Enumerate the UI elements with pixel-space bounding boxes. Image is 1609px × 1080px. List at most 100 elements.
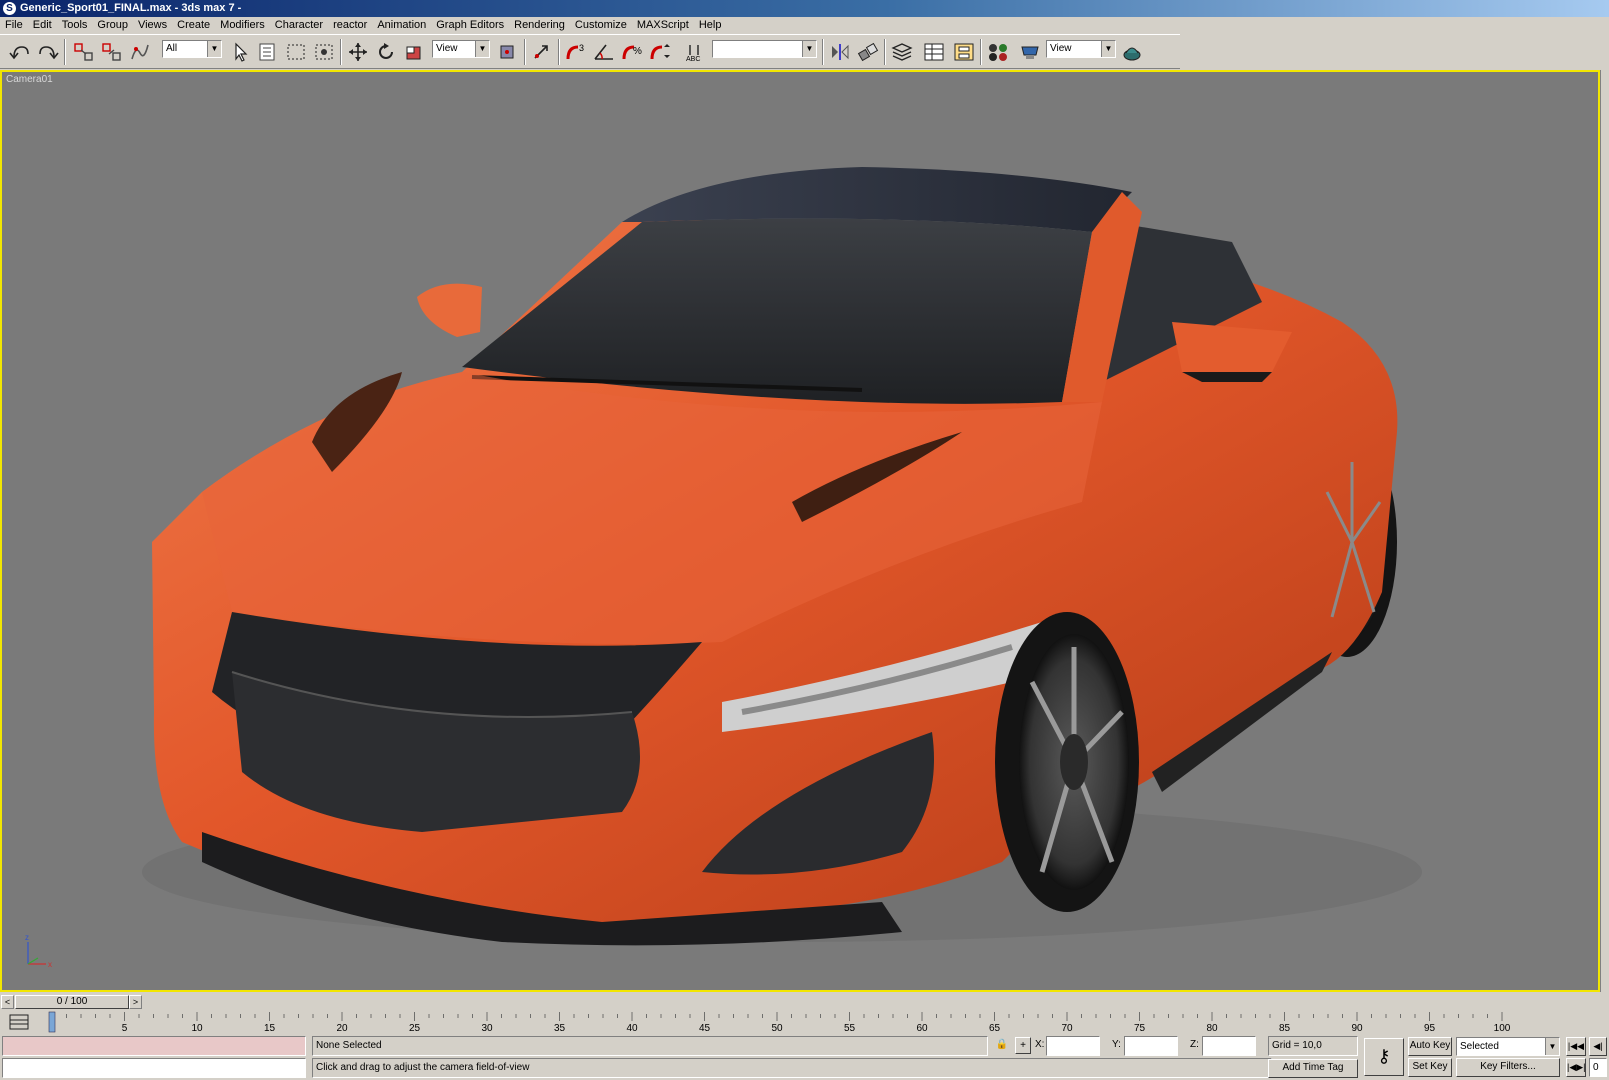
select-by-name-icon[interactable] bbox=[256, 41, 280, 63]
select-and-rotate-icon[interactable] bbox=[374, 41, 398, 63]
ruler-tick-label: 35 bbox=[554, 1023, 566, 1034]
select-and-scale-icon[interactable] bbox=[402, 41, 426, 63]
selection-filter-dropdown[interactable]: All ▼ bbox=[162, 40, 222, 58]
set-keys-icon[interactable]: ⚷ bbox=[1364, 1038, 1404, 1076]
curve-editor-icon[interactable] bbox=[922, 41, 946, 63]
ruler-tick-label: 30 bbox=[481, 1023, 493, 1034]
render-scene-dialog-icon[interactable] bbox=[1018, 41, 1042, 63]
use-pivot-point-center-icon[interactable] bbox=[496, 41, 520, 63]
time-cursor[interactable] bbox=[48, 1011, 56, 1033]
viewport-label[interactable]: Camera01 bbox=[6, 74, 53, 85]
unlink-selection-icon[interactable] bbox=[100, 41, 124, 63]
spinner-snap-toggle-icon[interactable] bbox=[648, 41, 672, 63]
key-mode-dropdown[interactable]: Selected ▼ bbox=[1456, 1037, 1560, 1056]
select-and-move-icon[interactable] bbox=[346, 41, 370, 63]
frame-ruler[interactable]: 0510152025303540455055606570758085909510… bbox=[48, 1010, 1552, 1034]
camera-viewport[interactable]: Camera01 z x bbox=[0, 70, 1600, 992]
z-coordinate-field[interactable] bbox=[1202, 1036, 1256, 1056]
redo-icon[interactable] bbox=[36, 41, 60, 63]
title-bar: S Generic_Sport01_FINAL.max - 3ds max 7 … bbox=[0, 0, 1609, 17]
add-time-tag-button[interactable]: Add Time Tag bbox=[1268, 1059, 1358, 1078]
ruler-tick-label: 45 bbox=[699, 1023, 711, 1034]
menu-views[interactable]: Views bbox=[133, 17, 172, 34]
window-crossing-icon[interactable] bbox=[312, 41, 336, 63]
menu-character[interactable]: Character bbox=[270, 17, 328, 34]
chevron-down-icon: ▼ bbox=[475, 41, 489, 57]
render-type-dropdown[interactable]: View ▼ bbox=[1046, 40, 1116, 58]
set-key-button[interactable]: Set Key bbox=[1408, 1058, 1452, 1077]
selection-lock-icon[interactable]: 🔒 bbox=[995, 1036, 1009, 1054]
time-slider-next-button[interactable]: > bbox=[129, 995, 142, 1009]
menu-create[interactable]: Create bbox=[172, 17, 215, 34]
menu-maxscript[interactable]: MAXScript bbox=[632, 17, 694, 34]
menu-modifiers[interactable]: Modifiers bbox=[215, 17, 270, 34]
menu-bar: File Edit Tools Group Views Create Modifiers Ch… bbox=[0, 17, 1609, 34]
angle-snap-toggle-icon[interactable] bbox=[592, 41, 616, 63]
named-selection-sets-dropdown[interactable]: ▼ bbox=[712, 40, 817, 58]
z-label: Z: bbox=[1190, 1039, 1199, 1050]
open-mini-curve-editor-icon[interactable] bbox=[8, 1013, 30, 1031]
chevron-down-icon: ▼ bbox=[207, 41, 221, 57]
ruler-tick-label: 40 bbox=[626, 1023, 638, 1034]
selection-filter-value: All bbox=[166, 43, 178, 54]
main-toolbar: All ▼ View ▼ 3 % ABC ▼ View ▼ bbox=[0, 34, 1180, 69]
absolute-mode-transform-icon[interactable]: + bbox=[1015, 1037, 1031, 1054]
snaps-toggle-icon[interactable]: 3 bbox=[564, 41, 588, 63]
rectangular-selection-region-icon[interactable] bbox=[284, 41, 308, 63]
time-slider-prev-button[interactable]: < bbox=[1, 995, 14, 1009]
select-object-icon[interactable] bbox=[228, 41, 252, 63]
layer-manager-icon[interactable] bbox=[890, 41, 914, 63]
menu-graph-editors[interactable]: Graph Editors bbox=[431, 17, 509, 34]
maxscript-input[interactable] bbox=[2, 1058, 306, 1078]
menu-edit[interactable]: Edit bbox=[28, 17, 57, 34]
axis-x-label: x bbox=[48, 960, 52, 969]
menu-animation[interactable]: Animation bbox=[372, 17, 431, 34]
menu-customize[interactable]: Customize bbox=[570, 17, 632, 34]
chevron-down-icon: ▼ bbox=[1545, 1038, 1559, 1055]
auto-key-button[interactable]: Auto Key bbox=[1408, 1037, 1452, 1056]
go-to-start-icon[interactable]: |◀◀ bbox=[1566, 1037, 1586, 1056]
previous-frame-icon[interactable]: ◀| bbox=[1589, 1037, 1607, 1056]
ruler-tick-label: 5 bbox=[122, 1023, 128, 1034]
menu-group[interactable]: Group bbox=[92, 17, 133, 34]
mirror-icon[interactable] bbox=[828, 41, 852, 63]
select-and-link-icon[interactable] bbox=[72, 41, 96, 63]
svg-text:%: % bbox=[633, 46, 642, 57]
menu-file[interactable]: File bbox=[0, 17, 28, 34]
ruler-tick-label: 55 bbox=[844, 1023, 856, 1034]
key-mode-toggle-icon[interactable]: |◀▶| bbox=[1566, 1058, 1586, 1077]
x-coordinate-field[interactable] bbox=[1046, 1036, 1100, 1056]
maxscript-listener-mini[interactable] bbox=[2, 1036, 306, 1056]
car-model[interactable] bbox=[2, 72, 1598, 990]
prompt-line: Click and drag to adjust the camera fiel… bbox=[312, 1058, 1272, 1078]
ruler-tick-label: 60 bbox=[916, 1023, 928, 1034]
edit-named-selection-sets-icon[interactable]: ABC bbox=[684, 41, 708, 63]
ruler-tick-label: 70 bbox=[1061, 1023, 1073, 1034]
toolbar-empty-area bbox=[1180, 34, 1609, 69]
undo-icon[interactable] bbox=[8, 41, 32, 63]
quick-render-icon[interactable] bbox=[1120, 41, 1144, 63]
ruler-tick-label: 100 bbox=[1494, 1023, 1511, 1034]
menu-reactor[interactable]: reactor bbox=[328, 17, 372, 34]
material-editor-icon[interactable] bbox=[986, 41, 1010, 63]
schematic-view-icon[interactable] bbox=[952, 41, 976, 63]
ruler-tick-label: 80 bbox=[1206, 1023, 1218, 1034]
reference-coordinate-value: View bbox=[436, 43, 458, 54]
select-and-manipulate-icon[interactable] bbox=[530, 41, 554, 63]
bind-to-space-warp-icon[interactable] bbox=[128, 41, 152, 63]
time-slider-thumb[interactable]: 0 / 100 bbox=[15, 995, 129, 1009]
reference-coordinate-dropdown[interactable]: View ▼ bbox=[432, 40, 490, 58]
menu-help[interactable]: Help bbox=[694, 17, 727, 34]
current-frame-field[interactable]: 0 bbox=[1589, 1058, 1607, 1077]
time-slider[interactable]: < 0 / 100 > bbox=[0, 994, 1609, 1010]
menu-tools[interactable]: Tools bbox=[57, 17, 93, 34]
axis-z-label: z bbox=[25, 933, 29, 942]
status-bar: None Selected Click and drag to adjust t… bbox=[0, 1034, 1609, 1080]
y-coordinate-field[interactable] bbox=[1124, 1036, 1178, 1056]
menu-rendering[interactable]: Rendering bbox=[509, 17, 570, 34]
align-icon[interactable] bbox=[856, 41, 880, 63]
key-filters-button[interactable]: Key Filters... bbox=[1456, 1058, 1560, 1077]
selection-status: None Selected bbox=[312, 1036, 988, 1056]
percent-snap-toggle-icon[interactable]: % bbox=[620, 41, 644, 63]
track-bar[interactable]: 0510152025303540455055606570758085909510… bbox=[0, 1010, 1609, 1034]
